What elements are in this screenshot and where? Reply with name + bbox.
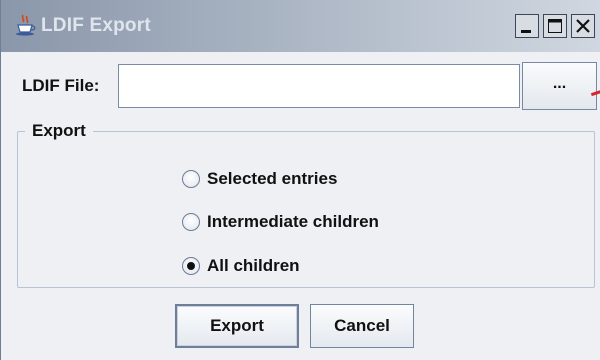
- java-cup-icon: [16, 14, 36, 36]
- ldif-export-dialog: LDIF Export LDIF File: ... Export Select…: [0, 0, 600, 360]
- radio-button-all-children[interactable]: [182, 257, 200, 275]
- radio-all-children[interactable]: All children: [182, 255, 300, 277]
- radio-button-intermediate-children[interactable]: [182, 213, 200, 231]
- browse-button[interactable]: ...: [522, 62, 597, 110]
- export-button[interactable]: Export: [175, 304, 299, 348]
- close-button[interactable]: [571, 14, 595, 38]
- window-controls: [515, 14, 595, 38]
- maximize-button[interactable]: [543, 14, 567, 38]
- radio-label-selected-entries: Selected entries: [207, 169, 338, 188]
- radio-label-all-children: All children: [207, 256, 300, 275]
- ldif-file-label: LDIF File:: [22, 76, 100, 95]
- ldif-file-input[interactable]: [118, 64, 520, 108]
- radio-intermediate-children[interactable]: Intermediate children: [182, 211, 379, 233]
- radio-button-selected-entries[interactable]: [182, 170, 200, 188]
- maximize-icon: [548, 19, 562, 33]
- window-title: LDIF Export: [41, 15, 151, 36]
- radio-label-intermediate-children: Intermediate children: [207, 212, 379, 231]
- minimize-button[interactable]: [515, 14, 539, 38]
- cancel-button[interactable]: Cancel: [310, 304, 414, 348]
- ldif-file-row: LDIF File: ...: [1, 52, 600, 112]
- radio-selected-entries[interactable]: Selected entries: [182, 168, 337, 190]
- minimize-icon: [521, 30, 531, 33]
- export-group-legend: Export: [25, 121, 93, 141]
- export-options-group: [17, 131, 595, 288]
- close-icon: [576, 19, 590, 33]
- title-bar[interactable]: LDIF Export: [1, 0, 600, 52]
